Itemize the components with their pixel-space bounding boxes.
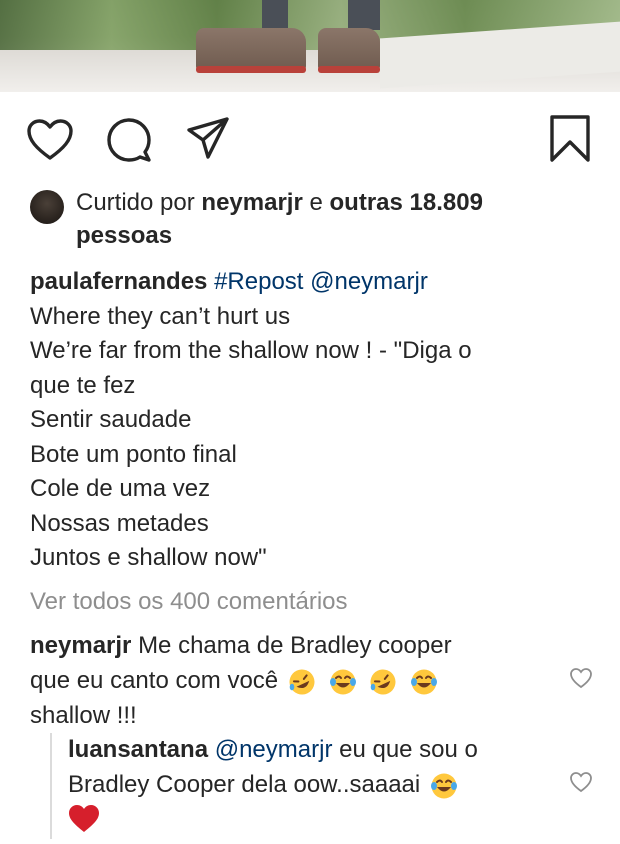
caption-line: Cole de uma vez (30, 475, 211, 502)
likes-summary: Curtido por neymarjr e outras 18.809 pes… (30, 186, 600, 252)
rofl-emoji (289, 669, 315, 695)
reply-mention[interactable]: @neymarjr (215, 736, 333, 763)
comment-text: que eu canto com você (30, 667, 279, 694)
reply-text: Bradley Cooper dela oow..saaaai (68, 771, 421, 798)
reply-username[interactable]: luansantana (68, 736, 208, 763)
rofl-emoji (370, 669, 396, 695)
comment-text: shallow !!! (30, 702, 137, 729)
photo-leg-left (262, 0, 288, 30)
reply-line: luansantana @neymarjr eu que sou o (68, 732, 568, 767)
caption-line: Sentir saudade (30, 406, 192, 433)
caption-line: Juntos e shallow now" (30, 544, 267, 571)
likes-suffix[interactable]: pessoas (76, 219, 600, 252)
likes-text[interactable]: Curtido por neymarjr e outras 18.809 (76, 186, 600, 219)
photo-leg-right (348, 0, 380, 30)
caption-line: We’re far from the shallow now ! - "Diga… (30, 337, 472, 364)
caption-line: que te fez (30, 371, 136, 399)
red-heart-emoji (69, 805, 99, 832)
photo-sole-right (318, 66, 380, 73)
heart-icon[interactable] (26, 118, 74, 162)
likes-connector: e (309, 189, 323, 216)
joy-emoji (430, 773, 457, 799)
caption-username[interactable]: paulafernandes (30, 268, 207, 295)
caption-line: Bote um ponto final (30, 440, 237, 468)
comment-text: Me chama de Bradley cooper (138, 632, 452, 659)
likes-prefix: Curtido por (76, 189, 195, 216)
comment-line: que eu canto com você (30, 663, 570, 698)
action-bar (0, 110, 620, 166)
joy-emoji (410, 669, 437, 695)
likes-others[interactable]: outras 18.809 (330, 189, 483, 216)
comment-line: neymarjr Me chama de Bradley cooper (30, 628, 570, 663)
photo-sole-left (196, 66, 306, 73)
comment-like-heart-icon[interactable] (569, 667, 593, 694)
reply-line: Bradley Cooper dela oow..saaaai (68, 767, 568, 802)
comment-item: neymarjr Me chama de Bradley cooper que … (30, 628, 570, 733)
post-image[interactable] (0, 0, 620, 92)
reply-like-heart-icon[interactable] (569, 771, 593, 798)
bookmark-icon[interactable] (548, 114, 592, 164)
comment-icon[interactable] (105, 116, 153, 164)
caption-line: Where they can’t hurt us (30, 302, 291, 330)
avatar[interactable] (30, 190, 64, 224)
reply-thread-line (50, 733, 52, 839)
share-icon[interactable] (186, 116, 230, 160)
caption-first-line: paulafernandes #Repost @neymarjr (30, 265, 600, 300)
reply-text: eu que sou o (339, 736, 478, 763)
likes-user[interactable]: neymarjr (201, 189, 302, 216)
reply-line (68, 802, 568, 844)
caption-hashtag[interactable]: #Repost (214, 268, 303, 295)
post-caption: paulafernandes #Repost @neymarjr Where t… (30, 265, 600, 576)
caption-mention[interactable]: @neymarjr (310, 268, 428, 295)
view-all-comments-link[interactable]: Ver todos os 400 comentários (30, 585, 348, 619)
comment-username[interactable]: neymarjr (30, 632, 131, 659)
reply-item: luansantana @neymarjr eu que sou o Bradl… (68, 732, 568, 844)
joy-emoji (329, 669, 356, 695)
caption-line: Nossas metades (30, 509, 209, 537)
